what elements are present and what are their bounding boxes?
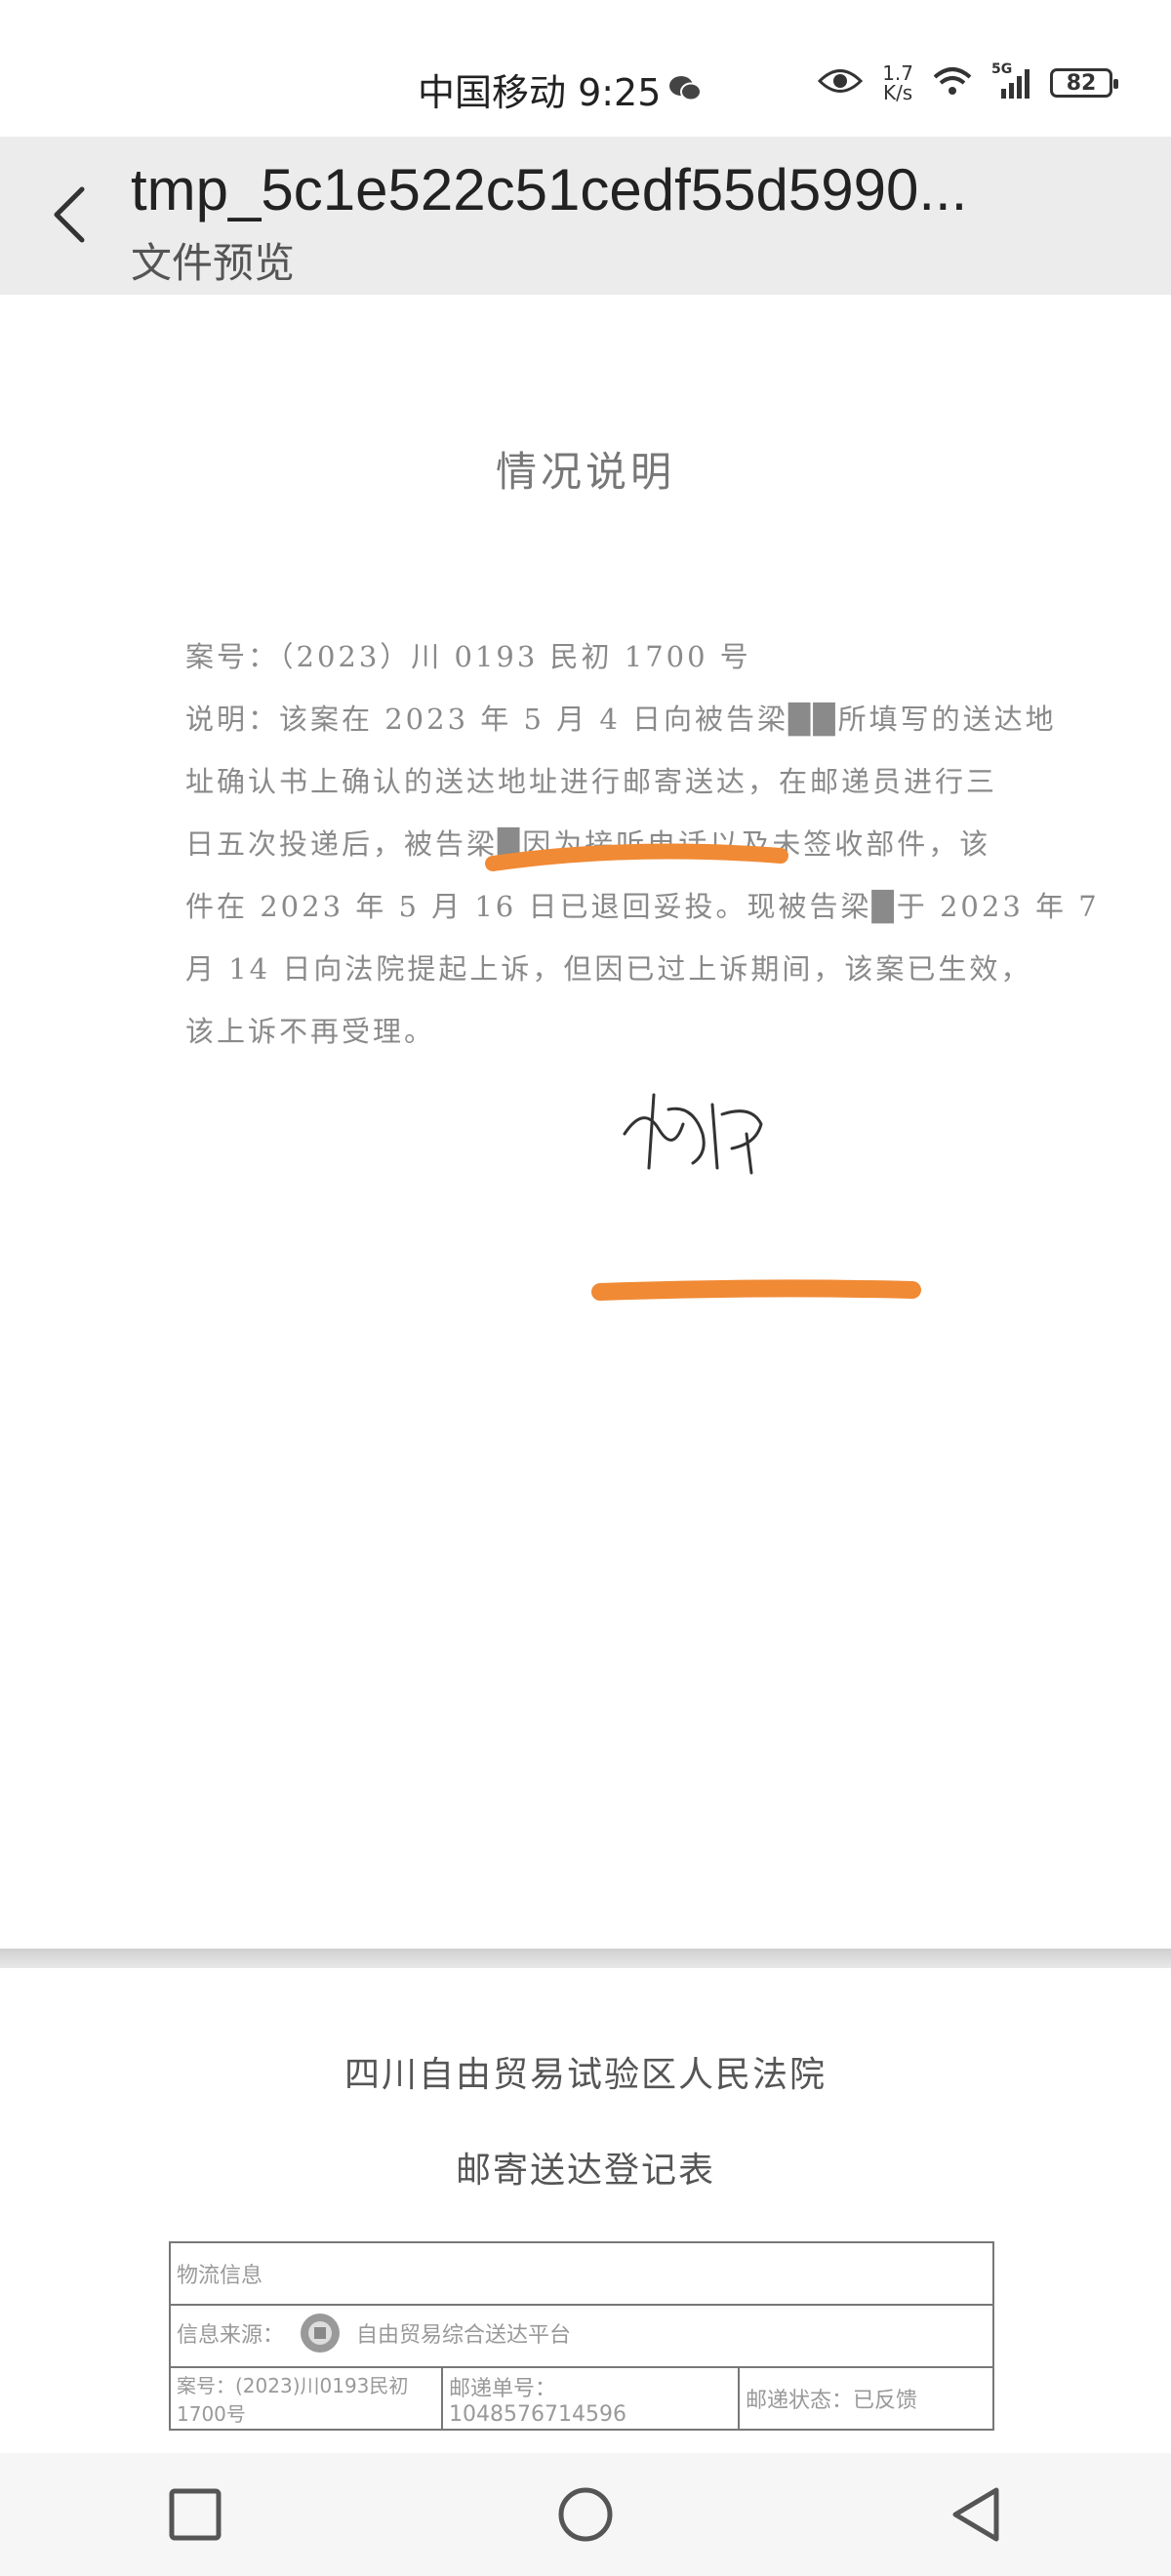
signal-label: 5G	[991, 61, 1013, 77]
doc-line: 月 14 日向法院提起上诉，但因已过上诉期间，该案已生效，	[185, 952, 1032, 986]
recent-apps-button[interactable]	[146, 2466, 244, 2563]
doc-title: 情况说明	[495, 448, 675, 496]
eye-icon	[818, 66, 864, 100]
wechat-icon	[668, 68, 703, 111]
chevron-left-icon	[54, 186, 85, 243]
doc-line-case-number: 案号：（2023）川 0193 民初 1700 号	[185, 640, 751, 673]
registration-table: 物流信息 信息来源： 自由贸易综合送达平台 案号：(2023)川0193民初17…	[169, 2241, 994, 2431]
source-label: 信息来源：	[177, 2323, 285, 2348]
table-cell: 信息来源： 自由贸易综合送达平台	[169, 2304, 994, 2368]
annotation-underline-1	[485, 843, 788, 871]
app-header: tmp_5c1e522c51cedf55d5990... 文件预览	[0, 137, 1171, 295]
system-nav-bar	[0, 2453, 1171, 2576]
triangle-back-icon	[952, 2487, 999, 2542]
document-page-2: 四川自由贸易试验区人民法院 邮寄送达登记表 物流信息 信息来源： 自由贸易综合送…	[0, 1968, 1171, 2453]
form-title: 邮寄送达登记表	[455, 2151, 715, 2191]
carrier-time: 中国移动 9:25	[418, 71, 662, 114]
square-icon	[169, 2488, 222, 2541]
table-cell: 邮递单号：1048576714596	[441, 2366, 740, 2431]
table-row: 物流信息	[169, 2241, 994, 2306]
status-right: 1.7 K/s 5G 82	[818, 59, 1118, 107]
source-value: 自由贸易综合送达平台	[356, 2323, 572, 2348]
wifi-icon	[933, 65, 972, 101]
home-button[interactable]	[537, 2466, 634, 2563]
back-button[interactable]	[29, 176, 107, 254]
court-emblem-icon	[299, 2312, 342, 2360]
net-speed: 1.7 K/s	[882, 63, 913, 102]
document-viewer[interactable]: 情况说明 案号：（2023）川 0193 民初 1700 号 说明：该案在 20…	[0, 295, 1171, 2453]
doc-line: 件在 2023 年 5 月 16 日已退回妥投。现被告梁█于 2023 年 7	[185, 890, 1100, 923]
table-cell: 物流信息	[169, 2241, 994, 2306]
document-page-1: 情况说明 案号：（2023）川 0193 民初 1700 号 说明：该案在 20…	[0, 295, 1171, 1949]
page-subtitle: 文件预览	[131, 239, 296, 287]
battery-icon: 82	[1050, 68, 1118, 98]
net-speed-value: 1.7	[882, 61, 913, 85]
back-nav-button[interactable]	[927, 2466, 1025, 2563]
net-speed-unit: K/s	[882, 81, 913, 104]
signature-image	[623, 1093, 763, 1175]
file-name-title: tmp_5c1e522c51cedf55d5990...	[131, 157, 968, 222]
table-row: 案号：(2023)川0193民初1700号 邮递单号：1048576714596…	[169, 2366, 994, 2431]
doc-line: 址确认书上确认的送达地址进行邮寄送达，在邮递员进行三	[185, 765, 998, 798]
battery-level: 82	[1066, 70, 1097, 96]
signal-icon: 5G	[991, 61, 1030, 99]
court-name: 四川自由贸易试验区人民法院	[343, 2055, 827, 2095]
page-separator	[0, 1949, 1171, 1968]
status-left: 中国移动 9:25	[418, 62, 703, 116]
annotation-underline-2	[591, 1279, 921, 1301]
status-bar: 中国移动 9:25 1.7 K/s 5G 82	[0, 0, 1171, 137]
doc-line: 该上诉不再受理。	[185, 1015, 436, 1048]
table-row: 信息来源： 自由贸易综合送达平台	[169, 2304, 994, 2368]
table-cell: 案号：(2023)川0193民初1700号	[169, 2366, 443, 2431]
circle-icon	[558, 2487, 613, 2542]
doc-line: 说明：该案在 2023 年 5 月 4 日向被告梁██所填写的送达地	[185, 703, 1057, 736]
table-cell: 邮递状态：已反馈	[738, 2366, 994, 2431]
